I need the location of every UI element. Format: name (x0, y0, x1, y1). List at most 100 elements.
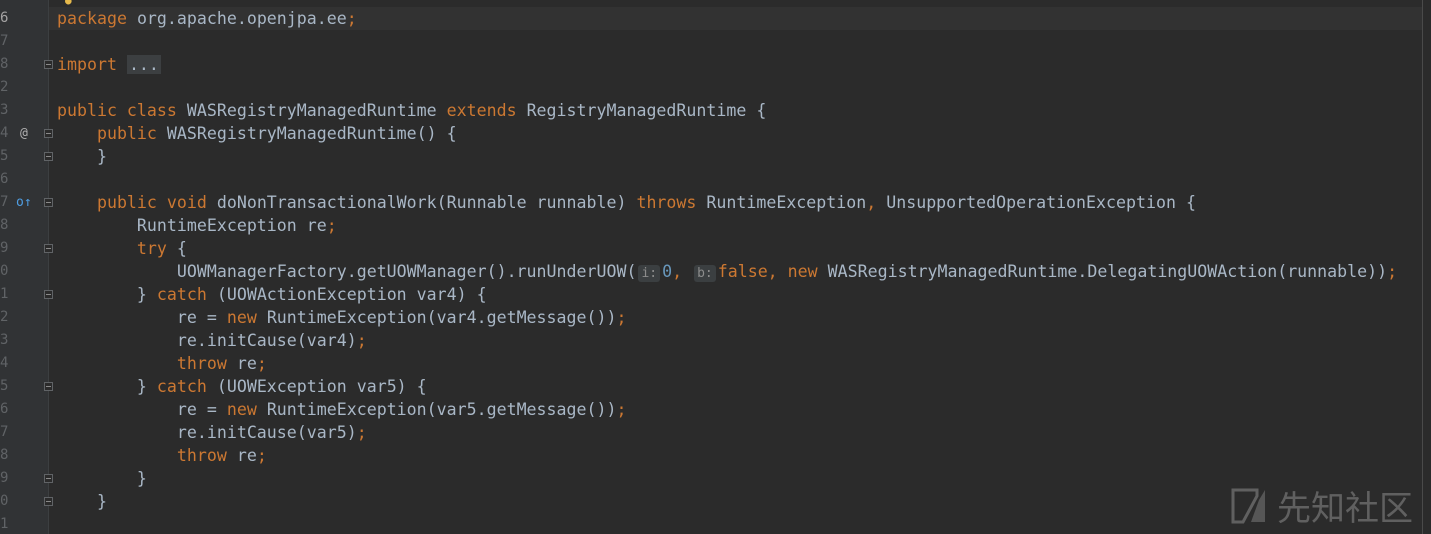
code-text[interactable]: import ... (57, 53, 161, 76)
code-token: } (57, 285, 157, 304)
code-token: { (176, 239, 187, 258)
code-line[interactable]: 2 (0, 76, 1431, 99)
code-token: new (226, 308, 267, 327)
code-text[interactable]: } (57, 145, 107, 168)
line-number: 4 (0, 355, 9, 371)
code-text[interactable]: public class WASRegistryManagedRuntime e… (57, 99, 766, 122)
code-text[interactable]: } (57, 490, 107, 513)
code-token: throw (57, 354, 237, 373)
code-token: ; (256, 354, 267, 373)
code-token: throw (57, 446, 237, 465)
line-number: 8 (0, 447, 9, 463)
code-line[interactable]: 3 public class WASRegistryManagedRuntime … (0, 99, 1431, 122)
line-number: 9 (0, 240, 9, 256)
fold-toggle-icon[interactable] (44, 129, 53, 138)
code-text[interactable]: re.initCause(var4); (57, 329, 367, 352)
intention-bulb-icon[interactable]: ● (65, 0, 75, 7)
fold-toggle-icon[interactable] (44, 382, 53, 391)
code-line[interactable]: 9 } (0, 467, 1431, 490)
code-line[interactable]: 4 throw re; (0, 352, 1431, 375)
line-number: 7 (0, 194, 9, 210)
line-number: 4 (0, 125, 9, 141)
code-text[interactable]: } catch (UOWException var5) { (57, 375, 427, 398)
code-token: ; (1387, 262, 1398, 281)
code-line[interactable]: 9 try { (0, 237, 1431, 260)
implements-marker-icon[interactable]: o↑ (16, 191, 32, 214)
code-text[interactable]: } catch (UOWActionException var4) { (57, 283, 487, 306)
code-line[interactable]: 7 (0, 30, 1431, 53)
code-token: throws (636, 193, 707, 212)
code-line[interactable]: 6 (0, 168, 1431, 191)
code-text[interactable]: re.initCause(var5); (57, 421, 367, 444)
watermark-text: 先知社区 (1277, 489, 1413, 529)
line-number: 7 (0, 424, 9, 440)
code-line[interactable]: 7 re.initCause(var5); (0, 421, 1431, 444)
code-text[interactable]: throw re; (57, 352, 267, 375)
code-token: ; (356, 423, 367, 442)
code-line[interactable]: 5 } (0, 145, 1431, 168)
code-line[interactable]: 0 } (0, 490, 1431, 513)
code-line[interactable]: 1 } catch (UOWActionException var4) { (0, 283, 1431, 306)
code-token: re = (57, 308, 227, 327)
fold-toggle-icon[interactable] (44, 60, 53, 69)
line-number: 7 (0, 33, 9, 49)
code-token: ; (326, 216, 337, 235)
code-line[interactable]: 5 } catch (UOWException var5) { (0, 375, 1431, 398)
code-text[interactable]: RuntimeException re; (57, 214, 337, 237)
code-token: RegistryManagedRuntime { (526, 101, 767, 120)
line-number: 0 (0, 263, 9, 279)
code-line[interactable]: 7 o↑ public void doNonTransactionalWork(R… (0, 191, 1431, 214)
code-token: RuntimeException re (57, 216, 327, 235)
line-number: 2 (0, 79, 9, 95)
line-number: 5 (0, 148, 9, 164)
code-token: re.initCause(var5) (57, 423, 357, 442)
code-token: (UOWException var5) { (216, 377, 427, 396)
code-token: ; (346, 9, 357, 28)
code-line[interactable]: 2 re = new RuntimeException(var4.getMess… (0, 306, 1431, 329)
code-line[interactable]: 6 re = new RuntimeException(var5.getMess… (0, 398, 1431, 421)
code-text[interactable]: public void doNonTransactionalWork(Runna… (57, 191, 1196, 214)
code-token: WASRegistryManagedRuntime (186, 101, 447, 120)
code-text[interactable]: try { (57, 237, 187, 260)
line-number: 8 (0, 56, 9, 72)
watermark: 先知社区 (1229, 481, 1413, 530)
code-text[interactable]: public WASRegistryManagedRuntime() { (57, 122, 457, 145)
code-token: doNonTransactionalWork(Runnable runnable… (216, 193, 637, 212)
fold-toggle-icon[interactable] (44, 290, 53, 299)
code-text[interactable]: } (57, 467, 147, 490)
code-token: (UOWActionException var4) { (216, 285, 487, 304)
code-token: ; (256, 446, 267, 465)
code-line[interactable]: 1 (0, 513, 1431, 534)
code-token: re (236, 446, 257, 465)
parameter-hint: b: (694, 265, 716, 282)
code-token: catch (156, 285, 217, 304)
code-text[interactable]: package org.apache.openjpa.ee; (57, 7, 357, 30)
code-text[interactable]: re = new RuntimeException(var5.getMessag… (57, 398, 627, 421)
code-line[interactable]: 6 package org.apache.openjpa.ee; (0, 7, 1431, 30)
code-line[interactable]: 0 UOWManagerFactory.getUOWManager().runU… (0, 260, 1431, 283)
folded-placeholder[interactable]: ... (126, 55, 161, 74)
code-text[interactable]: re = new RuntimeException(var4.getMessag… (57, 306, 627, 329)
code-line[interactable]: 8 import ... (0, 53, 1431, 76)
line-number: 1 (0, 516, 9, 532)
line-number: 5 (0, 378, 9, 394)
fold-toggle-icon[interactable] (44, 152, 53, 161)
code-line[interactable]: 8 RuntimeException re; (0, 214, 1431, 237)
fold-toggle-icon[interactable] (44, 198, 53, 207)
code-line[interactable]: 8 throw re; (0, 444, 1431, 467)
code-line[interactable]: 3 re.initCause(var4); (0, 329, 1431, 352)
code-token: RuntimeException(var4.getMessage()) (266, 308, 617, 327)
override-marker-icon[interactable]: @ (20, 122, 28, 145)
code-token: , (866, 193, 887, 212)
code-editor[interactable]: ● 6 package org.apache.openjpa.ee; 7 8 impor… (0, 0, 1431, 534)
code-token: public (57, 124, 167, 143)
code-line[interactable]: 4 @ public WASRegistryManagedRuntime() { (0, 122, 1431, 145)
fold-toggle-icon[interactable] (44, 497, 53, 506)
line-number: 6 (0, 10, 9, 26)
line-number: 1 (0, 286, 9, 302)
fold-toggle-icon[interactable] (44, 474, 53, 483)
xianzhi-logo-icon (1231, 488, 1265, 523)
code-text[interactable]: throw re; (57, 444, 267, 467)
code-text[interactable]: UOWManagerFactory.getUOWManager().runUnd… (57, 260, 1397, 283)
fold-toggle-icon[interactable] (44, 244, 53, 253)
